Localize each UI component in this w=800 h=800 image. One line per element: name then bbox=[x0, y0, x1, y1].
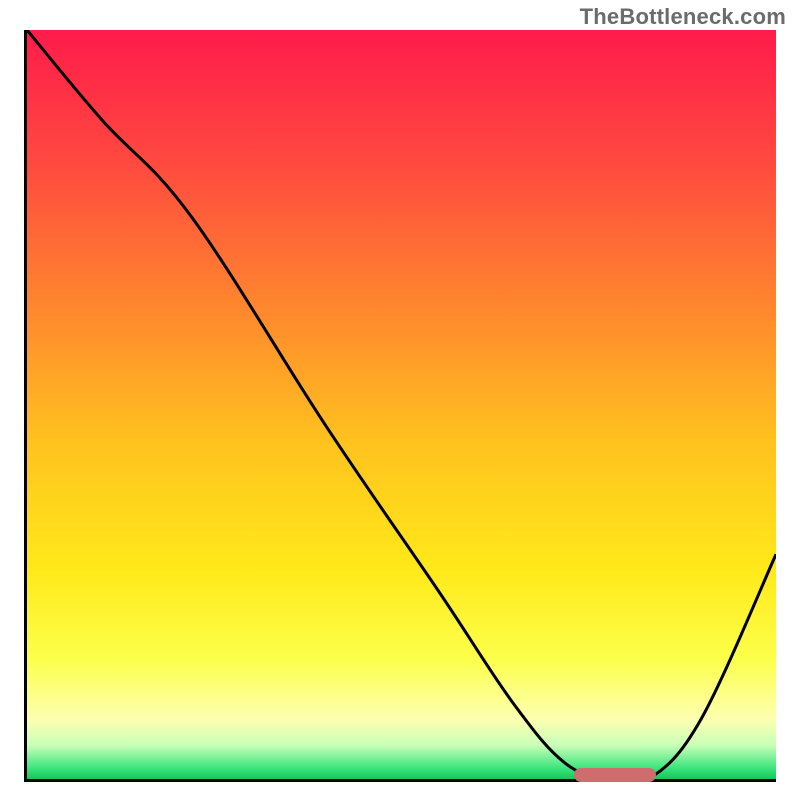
watermark-text: TheBottleneck.com bbox=[580, 4, 786, 30]
chart-svg bbox=[27, 30, 776, 779]
optimal-range-marker bbox=[574, 768, 656, 782]
plot-area bbox=[24, 30, 776, 782]
gradient-rect bbox=[27, 30, 776, 779]
chart-stage: TheBottleneck.com bbox=[0, 0, 800, 800]
